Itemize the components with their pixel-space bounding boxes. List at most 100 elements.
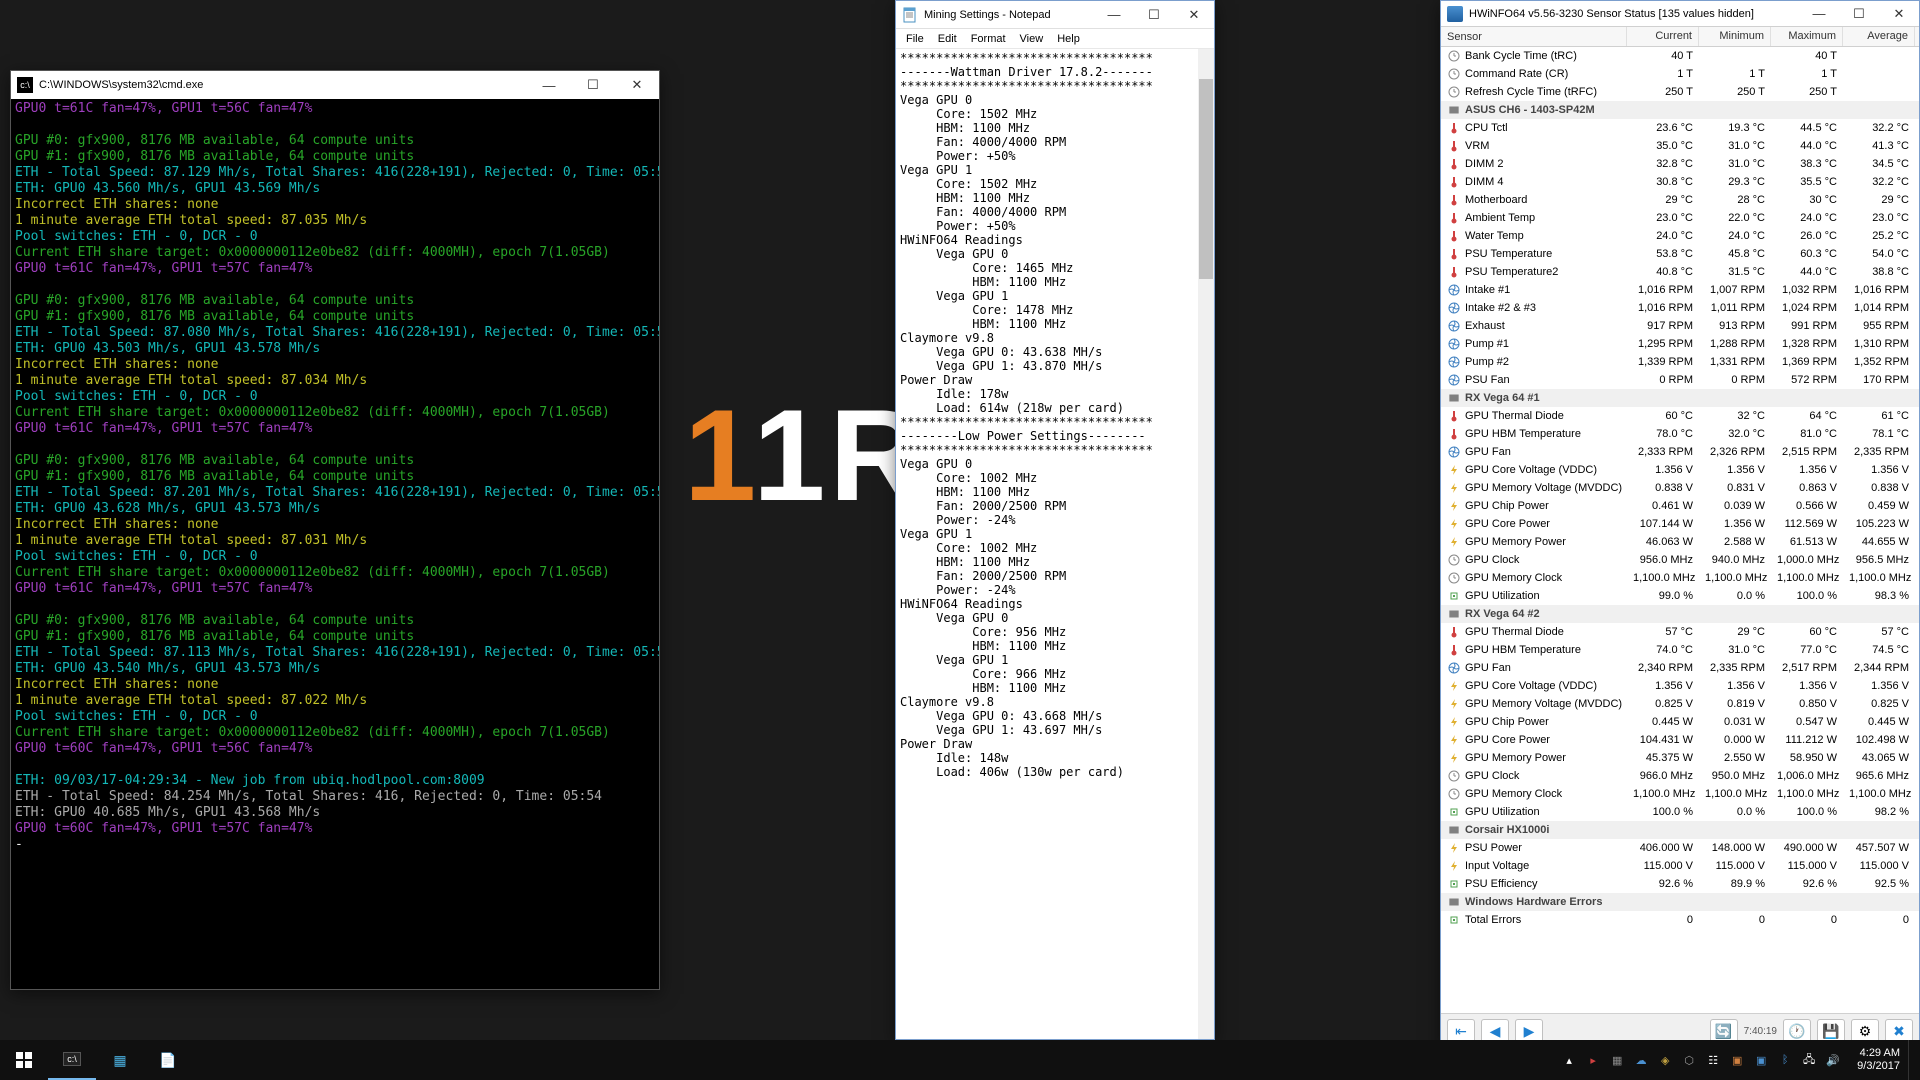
sensor-row[interactable]: GPU Fan2,333 RPM2,326 RPM2,515 RPM2,335 … [1441, 443, 1919, 461]
notepad-titlebar[interactable]: Mining Settings - Notepad — ☐ ✕ [896, 1, 1214, 29]
sensor-row[interactable]: PSU Efficiency92.6 %89.9 %92.6 %92.5 % [1441, 875, 1919, 893]
taskbar-clock[interactable]: 4:29 AM 9/3/2017 [1849, 1047, 1908, 1073]
taskbar-notepad[interactable]: 📄 [144, 1040, 192, 1080]
tray-onedrive-icon[interactable]: ☁ [1633, 1052, 1649, 1068]
minimize-button[interactable]: — [1799, 1, 1839, 27]
close-button[interactable]: ✕ [1174, 1, 1214, 29]
sensor-row[interactable]: PSU Temperature53.8 °C45.8 °C60.3 °C54.0… [1441, 245, 1919, 263]
sensor-row[interactable]: GPU HBM Temperature74.0 °C31.0 °C77.0 °C… [1441, 641, 1919, 659]
sensor-row[interactable]: GPU Memory Power45.375 W2.550 W58.950 W4… [1441, 749, 1919, 767]
show-desktop-button[interactable] [1908, 1040, 1920, 1080]
tray-amd-icon[interactable]: ▸ [1585, 1052, 1601, 1068]
hwinfo-sensor-list[interactable]: Bank Cycle Time (tRC)40 T40 TCommand Rat… [1441, 47, 1919, 1013]
menu-view[interactable]: View [1014, 31, 1050, 47]
maximize-button[interactable]: ☐ [1839, 1, 1879, 27]
menu-file[interactable]: File [900, 31, 930, 47]
sensor-row[interactable]: GPU Clock956.0 MHz940.0 MHz1,000.0 MHz95… [1441, 551, 1919, 569]
sensor-row[interactable]: PSU Temperature240.8 °C31.5 °C44.0 °C38.… [1441, 263, 1919, 281]
tray-icon[interactable]: ▦ [1609, 1052, 1625, 1068]
sensor-group-header[interactable]: RX Vega 64 #1 [1441, 389, 1919, 407]
tray-bluetooth-icon[interactable]: ᛒ [1777, 1052, 1793, 1068]
sensor-row[interactable]: Pump #21,339 RPM1,331 RPM1,369 RPM1,352 … [1441, 353, 1919, 371]
sensor-row[interactable]: GPU Thermal Diode60 °C32 °C64 °C61 °C [1441, 407, 1919, 425]
sensor-row[interactable]: GPU Memory Voltage (MVDDC)0.838 V0.831 V… [1441, 479, 1919, 497]
sensor-row[interactable]: GPU Core Voltage (VDDC)1.356 V1.356 V1.3… [1441, 461, 1919, 479]
system-tray[interactable]: ▴ ▸ ▦ ☁ ◈ ⬡ ☷ ▣ ▣ ᛒ 🖧 🔊 [1553, 1052, 1849, 1068]
column-header[interactable]: Maximum [1771, 27, 1843, 46]
close-button[interactable]: ✕ [615, 71, 659, 99]
sensor-row[interactable]: Input Voltage115.000 V115.000 V115.000 V… [1441, 857, 1919, 875]
sensor-row[interactable]: PSU Fan0 RPM0 RPM572 RPM170 RPM [1441, 371, 1919, 389]
sensor-row[interactable]: GPU Fan2,340 RPM2,335 RPM2,517 RPM2,344 … [1441, 659, 1919, 677]
sensor-row[interactable]: GPU Memory Power46.063 W2.588 W61.513 W4… [1441, 533, 1919, 551]
tray-icon[interactable]: ▣ [1729, 1052, 1745, 1068]
tray-volume-icon[interactable]: 🔊 [1825, 1052, 1841, 1068]
sensor-row[interactable]: Bank Cycle Time (tRC)40 T40 T [1441, 47, 1919, 65]
minimize-button[interactable]: — [1094, 1, 1134, 29]
minimize-button[interactable]: — [527, 71, 571, 99]
tray-icon[interactable]: ▴ [1561, 1052, 1577, 1068]
tray-hwinfo-icon[interactable]: ▣ [1753, 1052, 1769, 1068]
sensor-group-header[interactable]: ASUS CH6 - 1403-SP42M [1441, 101, 1919, 119]
tray-network-icon[interactable]: 🖧 [1801, 1052, 1817, 1068]
hwinfo-window[interactable]: HWiNFO64 v5.56-3230 Sensor Status [135 v… [1440, 0, 1920, 1050]
sensor-row[interactable]: Motherboard29 °C28 °C30 °C29 °C [1441, 191, 1919, 209]
column-header[interactable]: Sensor [1441, 27, 1627, 46]
taskbar-app-icon[interactable]: ▦ [96, 1040, 144, 1080]
sensor-row[interactable]: Intake #2 & #31,016 RPM1,011 RPM1,024 RP… [1441, 299, 1919, 317]
sensor-group-header[interactable]: Corsair HX1000i [1441, 821, 1919, 839]
sensor-row[interactable]: GPU Memory Voltage (MVDDC)0.825 V0.819 V… [1441, 695, 1919, 713]
start-button[interactable] [0, 1040, 48, 1080]
menu-help[interactable]: Help [1051, 31, 1086, 47]
taskbar-cmd[interactable]: c:\ [48, 1040, 96, 1080]
maximize-button[interactable]: ☐ [571, 71, 615, 99]
sensor-row[interactable]: DIMM 232.8 °C31.0 °C38.3 °C34.5 °C [1441, 155, 1919, 173]
maximize-button[interactable]: ☐ [1134, 1, 1174, 29]
cmd-titlebar[interactable]: c:\ C:\WINDOWS\system32\cmd.exe — ☐ ✕ [11, 71, 659, 99]
sensor-row[interactable]: Refresh Cycle Time (tRFC)250 T250 T250 T [1441, 83, 1919, 101]
close-button[interactable]: ✕ [1879, 1, 1919, 27]
hwinfo-titlebar[interactable]: HWiNFO64 v5.56-3230 Sensor Status [135 v… [1441, 1, 1919, 27]
scrollbar-thumb[interactable] [1199, 79, 1213, 279]
sensor-row[interactable]: GPU Memory Clock1,100.0 MHz1,100.0 MHz1,… [1441, 785, 1919, 803]
sensor-row[interactable]: DIMM 430.8 °C29.3 °C35.5 °C32.2 °C [1441, 173, 1919, 191]
sensor-row[interactable]: VRM35.0 °C31.0 °C44.0 °C41.3 °C [1441, 137, 1919, 155]
sensor-row[interactable]: GPU Thermal Diode57 °C29 °C60 °C57 °C [1441, 623, 1919, 641]
taskbar[interactable]: c:\ ▦ 📄 ▴ ▸ ▦ ☁ ◈ ⬡ ☷ ▣ ▣ ᛒ 🖧 🔊 4:29 AM … [0, 1040, 1920, 1080]
sensor-row[interactable]: Water Temp24.0 °C24.0 °C26.0 °C25.2 °C [1441, 227, 1919, 245]
sensor-row[interactable]: GPU Core Power107.144 W1.356 W112.569 W1… [1441, 515, 1919, 533]
sensor-row[interactable]: Command Rate (CR)1 T1 T1 T [1441, 65, 1919, 83]
tray-corsair-icon[interactable]: ◈ [1657, 1052, 1673, 1068]
sensor-row[interactable]: GPU Core Power104.431 W0.000 W111.212 W1… [1441, 731, 1919, 749]
sensor-row[interactable]: Intake #11,016 RPM1,007 RPM1,032 RPM1,01… [1441, 281, 1919, 299]
tray-icon[interactable]: ☷ [1705, 1052, 1721, 1068]
menu-edit[interactable]: Edit [932, 31, 963, 47]
sensor-row[interactable]: PSU Power406.000 W148.000 W490.000 W457.… [1441, 839, 1919, 857]
column-header[interactable]: Minimum [1699, 27, 1771, 46]
sensor-row[interactable]: GPU Utilization100.0 %0.0 %100.0 %98.2 % [1441, 803, 1919, 821]
sensor-group-header[interactable]: RX Vega 64 #2 [1441, 605, 1919, 623]
sensor-row[interactable]: GPU Memory Clock1,100.0 MHz1,100.0 MHz1,… [1441, 569, 1919, 587]
column-header[interactable]: Average [1843, 27, 1915, 46]
cmd-window[interactable]: c:\ C:\WINDOWS\system32\cmd.exe — ☐ ✕ GP… [10, 70, 660, 990]
sensor-row[interactable]: Total Errors0000 [1441, 911, 1919, 929]
sensor-row[interactable]: CPU Tctl23.6 °C19.3 °C44.5 °C32.2 °C [1441, 119, 1919, 137]
sensor-group-header[interactable]: Windows Hardware Errors [1441, 893, 1919, 911]
sensor-row[interactable]: GPU Chip Power0.445 W0.031 W0.547 W0.445… [1441, 713, 1919, 731]
sensor-row[interactable]: GPU Clock966.0 MHz950.0 MHz1,006.0 MHz96… [1441, 767, 1919, 785]
sensor-row[interactable]: GPU HBM Temperature78.0 °C32.0 °C81.0 °C… [1441, 425, 1919, 443]
menu-format[interactable]: Format [965, 31, 1012, 47]
tray-icon[interactable]: ⬡ [1681, 1052, 1697, 1068]
notepad-window[interactable]: Mining Settings - Notepad — ☐ ✕ FileEdit… [895, 0, 1215, 1040]
sensor-row[interactable]: Exhaust917 RPM913 RPM991 RPM955 RPM [1441, 317, 1919, 335]
scrollbar[interactable] [1198, 49, 1214, 1039]
sensor-row[interactable]: GPU Chip Power0.461 W0.039 W0.566 W0.459… [1441, 497, 1919, 515]
sensor-row[interactable]: Pump #11,295 RPM1,288 RPM1,328 RPM1,310 … [1441, 335, 1919, 353]
sensor-row[interactable]: Ambient Temp23.0 °C22.0 °C24.0 °C23.0 °C [1441, 209, 1919, 227]
sensor-row[interactable]: GPU Core Voltage (VDDC)1.356 V1.356 V1.3… [1441, 677, 1919, 695]
notepad-menubar[interactable]: FileEditFormatViewHelp [896, 29, 1214, 49]
column-header[interactable]: Current [1627, 27, 1699, 46]
hwinfo-column-headers[interactable]: SensorCurrentMinimumMaximumAverage [1441, 27, 1919, 47]
notepad-content[interactable]: *********************************** ----… [896, 49, 1214, 781]
sensor-row[interactable]: GPU Utilization99.0 %0.0 %100.0 %98.3 % [1441, 587, 1919, 605]
